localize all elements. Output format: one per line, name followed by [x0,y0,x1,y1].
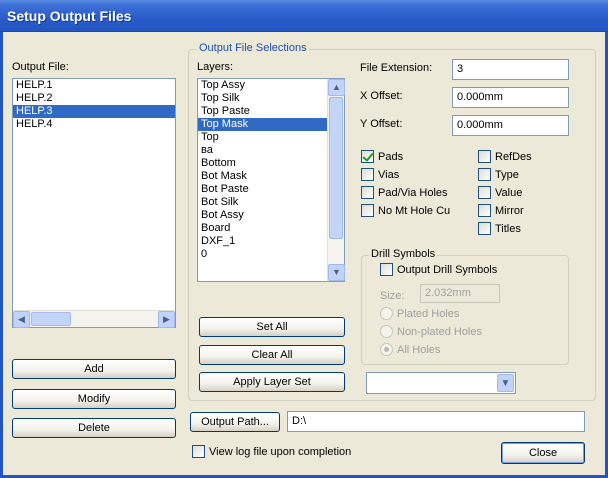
output-file-hscroll[interactable]: ◀ ▶ [13,310,175,328]
checkbox-box[interactable] [478,222,491,235]
list-item[interactable]: HELP.2 [13,92,175,105]
layer-item[interactable]: Bot Mask [198,170,327,183]
checkbox-refdes[interactable]: RefDes [478,150,532,163]
output-drill-symbols-checkbox[interactable]: Output Drill Symbols [380,263,497,276]
scroll-thumb[interactable] [31,312,71,326]
layers-list[interactable]: Top Assy Top Silk Top Paste Top Mask Top ва Bo… [197,78,345,282]
set-all-button[interactable]: Set All [199,317,345,337]
checkbox-box[interactable] [478,150,491,163]
x-offset-label: X Offset: [360,90,403,102]
checkbox-pads[interactable]: Pads [361,150,403,163]
chevron-down-icon[interactable]: ▼ [497,374,514,392]
checkbox-value[interactable]: Value [478,186,522,199]
checkbox-label: Pad/Via Holes [378,186,448,199]
radio-dot[interactable] [380,325,393,338]
checkbox-titles[interactable]: Titles [478,222,521,235]
checkbox-box[interactable] [361,186,374,199]
layer-item[interactable]: Bot Assy [198,209,327,222]
list-item[interactable]: HELP.3 [13,105,175,118]
checkbox-box[interactable] [478,186,491,199]
layers-vscroll[interactable]: ▲ ▼ [327,79,345,281]
checkbox-box[interactable] [361,204,374,217]
radio-dot[interactable] [380,307,393,320]
checkbox-box[interactable] [380,263,393,276]
scroll-left-icon[interactable]: ◀ [13,311,30,328]
y-offset-input[interactable]: 0.000mm [452,115,569,136]
checkbox-label: No Mt Hole Cu [378,204,451,217]
checkbox-label: Pads [378,150,404,163]
layer-item[interactable]: Bot Silk [198,196,327,209]
window-title: Setup Output Files [7,8,132,24]
layers-label: Layers: [197,61,234,73]
checkbox-label: Vias [378,168,400,181]
scroll-right-icon[interactable]: ▶ [158,311,175,328]
output-file-list[interactable]: HELP.1 HELP.2 HELP.3 HELP.4 ◀ ▶ [12,78,176,328]
checkbox-label: Type [495,168,519,181]
output-file-selections-label: Output File Selections [197,42,309,54]
checkbox-no-mt-hole-cu[interactable]: No Mt Hole Cu [361,204,450,217]
view-log-label: View log file upon completion [209,445,352,458]
checkbox-box[interactable] [478,168,491,181]
layer-item[interactable]: Bottom [198,157,327,170]
drill-symbols-label: Drill Symbols [369,248,438,260]
layer-item[interactable]: Top Assy [198,79,327,92]
layer-item[interactable]: Top Paste [198,105,327,118]
clear-all-button[interactable]: Clear All [199,345,345,365]
checkbox-mirror[interactable]: Mirror [478,204,524,217]
radio-dot[interactable] [380,343,393,356]
layer-item[interactable]: 0 [198,248,327,261]
radio-label: Non-plated Holes [397,325,482,338]
output-file-label: Output File: [12,61,69,73]
layer-item[interactable]: Top Silk [198,92,327,105]
close-button[interactable]: Close [501,442,585,464]
output-path-input[interactable]: D:\ [287,411,585,432]
output-drill-symbols-label: Output Drill Symbols [397,263,498,276]
checkbox-box[interactable] [478,204,491,217]
radio-label: Plated Holes [397,307,460,320]
layer-item[interactable]: Top [198,131,327,144]
x-offset-input[interactable]: 0.000mm [452,87,569,108]
scroll-up-icon[interactable]: ▲ [328,79,345,96]
checkbox-label: Mirror [495,204,524,217]
file-extension-input[interactable]: 3 [452,59,569,80]
layer-item[interactable]: Board [198,222,327,235]
checkbox-vias[interactable]: Vias [361,168,399,181]
layer-item[interactable]: ва [198,144,327,157]
radio-non-plated-holes[interactable]: Non-plated Holes [380,325,482,338]
y-offset-label: Y Offset: [360,118,403,130]
checkbox-label: Value [495,186,523,199]
title-bar[interactable]: Setup Output Files [0,0,608,32]
drill-size-input[interactable]: 2.032mm [420,284,500,303]
output-path-button[interactable]: Output Path... [190,412,280,432]
checkbox-pad-via-holes[interactable]: Pad/Via Holes [361,186,448,199]
checkbox-box[interactable] [361,150,374,163]
radio-label: All Holes [397,343,441,356]
radio-all-holes[interactable]: All Holes [380,343,440,356]
radio-plated-holes[interactable]: Plated Holes [380,307,459,320]
checkbox-box[interactable] [361,168,374,181]
view-log-checkbox[interactable]: View log file upon completion [192,445,351,458]
apply-layer-set-button[interactable]: Apply Layer Set [199,372,345,392]
modify-button[interactable]: Modify [12,389,176,409]
checkbox-label: Titles [495,222,521,235]
layer-item[interactable]: DXF_1 [198,235,327,248]
delete-button[interactable]: Delete [12,418,176,438]
layer-item[interactable]: Bot Paste [198,183,327,196]
list-item[interactable]: HELP.1 [13,79,175,92]
layer-item[interactable]: Top Mask [198,118,327,131]
checkbox-type[interactable]: Type [478,168,519,181]
file-extension-label: File Extension: [360,62,433,74]
checkbox-box[interactable] [192,445,205,458]
scroll-down-icon[interactable]: ▼ [328,264,345,281]
layer-set-combo[interactable]: ▼ [366,372,516,394]
size-label: Size: [380,290,405,302]
checkbox-label: RefDes [495,150,532,163]
scroll-thumb[interactable] [329,97,343,239]
add-button[interactable]: Add [12,359,176,379]
list-item[interactable]: HELP.4 [13,118,175,131]
